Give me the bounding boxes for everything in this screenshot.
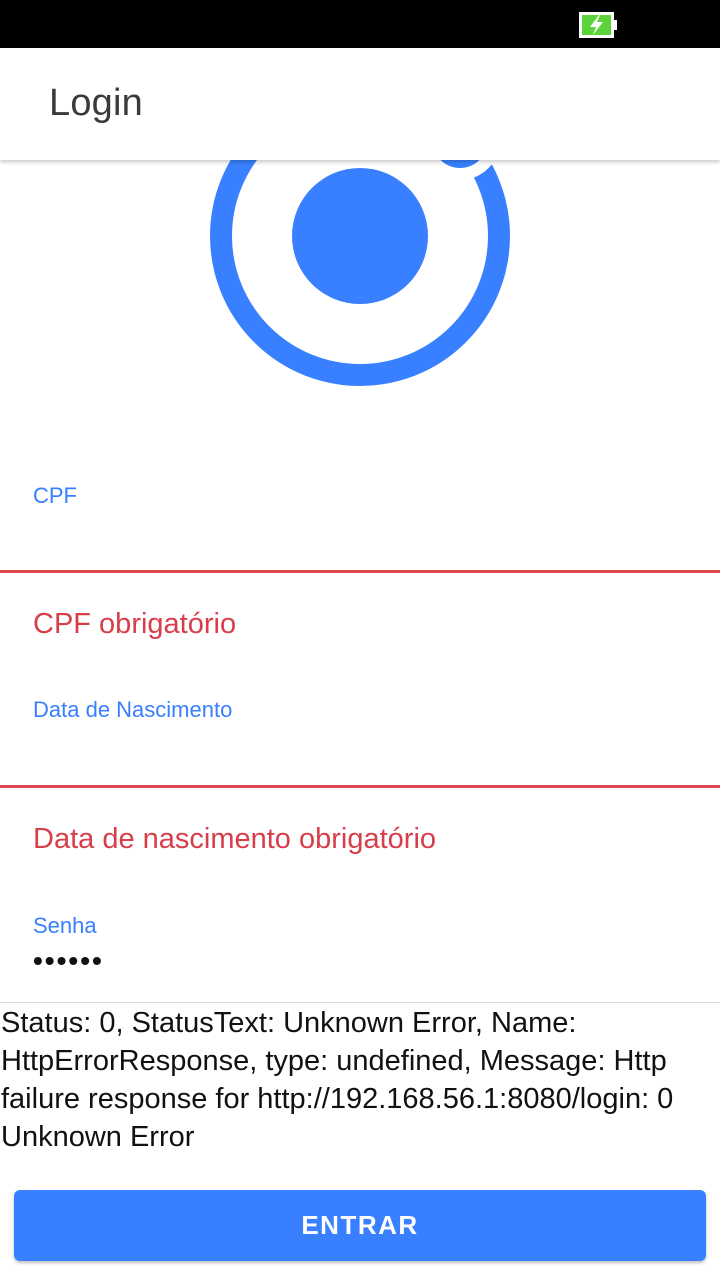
birthdate-underline <box>0 785 720 788</box>
birthdate-label: Data de Nascimento <box>33 697 233 722</box>
status-bar <box>0 0 720 48</box>
toolbar: Login <box>0 48 720 160</box>
cpf-underline <box>0 570 720 573</box>
password-input[interactable]: •••••• <box>33 945 104 977</box>
cpf-label: CPF <box>33 483 77 508</box>
password-underline <box>0 1002 720 1003</box>
birthdate-input[interactable] <box>33 736 683 774</box>
password-label: Senha <box>33 913 97 938</box>
birthdate-error-text: Data de nascimento obrigatório <box>33 823 437 855</box>
cpf-error-text: CPF obrigatório <box>33 608 237 640</box>
page-title: Login <box>49 82 143 124</box>
http-error-message: Status: 0, StatusText: Unknown Error, Na… <box>1 1007 674 1153</box>
login-button[interactable]: ENTRAR <box>14 1190 706 1261</box>
battery-charging-icon <box>579 12 617 38</box>
cpf-input[interactable] <box>33 522 683 560</box>
